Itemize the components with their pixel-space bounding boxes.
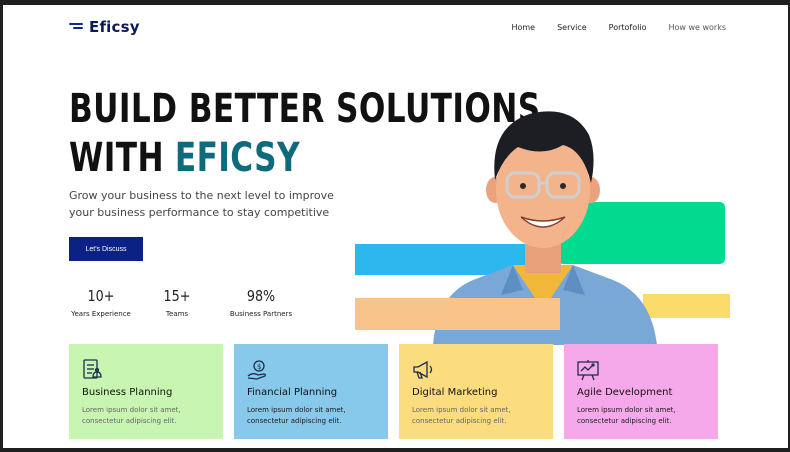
service-desc-line: Lorem ipsum dolor sit amet, <box>247 406 346 414</box>
service-desc-line: Lorem ipsum dolor sit amet, <box>412 406 511 414</box>
service-title: Business Planning <box>82 387 173 398</box>
stat-value: 98% <box>246 287 276 305</box>
service-card-financial-planning[interactable]: $ Financial Planning Lorem ipsum dolor s… <box>234 344 388 439</box>
service-desc-line: consectetur adipiscing elit. <box>412 417 507 425</box>
main-nav: Home Service Portofolio How we works <box>511 23 726 32</box>
logo-text: Eficsy <box>89 18 140 36</box>
nav-home[interactable]: Home <box>511 23 535 32</box>
service-desc-line: consectetur adipiscing elit. <box>82 417 177 425</box>
lets-discuss-button[interactable]: Let's Discuss <box>69 237 143 261</box>
page: Eficsy Home Service Portofolio How we wo… <box>3 5 788 448</box>
hero-subtitle: Grow your business to the next level to … <box>69 189 334 219</box>
deco-peach-bar <box>355 298 560 330</box>
service-desc-line: Lorem ipsum dolor sit amet, <box>577 406 676 414</box>
logo-mark-icon <box>69 23 83 31</box>
stat-partners: 98% Business Partners <box>221 287 301 318</box>
service-description: Lorem ipsum dolor sit amet, consectetur … <box>247 405 346 427</box>
services-row: Business Planning Lorem ipsum dolor sit … <box>69 344 718 439</box>
stat-value: 15+ <box>163 287 191 305</box>
nav-service[interactable]: Service <box>557 23 587 32</box>
stat-label: Years Experience <box>71 310 131 318</box>
logo[interactable]: Eficsy <box>69 18 140 36</box>
service-title: Financial Planning <box>247 387 338 398</box>
nav-how-we-works[interactable]: How we works <box>668 23 726 32</box>
service-card-agile-development[interactable]: Agile Development Lorem ipsum dolor sit … <box>564 344 718 439</box>
nav-portofolio[interactable]: Portofolio <box>609 23 647 32</box>
stat-years: 10+ Years Experience <box>69 287 133 318</box>
presentation-board-icon <box>577 360 599 381</box>
service-card-digital-marketing[interactable]: Digital Marketing Lorem ipsum dolor sit … <box>399 344 553 439</box>
svg-text:$: $ <box>257 363 261 371</box>
checklist-icon <box>83 359 102 379</box>
megaphone-icon <box>413 360 433 379</box>
stat-label: Teams <box>165 310 189 318</box>
service-description: Lorem ipsum dolor sit amet, consectetur … <box>82 405 181 427</box>
service-title: Agile Development <box>577 387 673 398</box>
stat-teams: 15+ Teams <box>157 287 197 318</box>
money-hand-icon: $ <box>247 360 266 380</box>
stat-value: 10+ <box>87 287 115 305</box>
hero-title-accent: EFICSY <box>174 135 301 181</box>
service-desc-line: Lorem ipsum dolor sit amet, <box>82 406 181 414</box>
service-title: Digital Marketing <box>412 387 498 398</box>
hero-title-prefix: WITH <box>69 135 164 181</box>
service-description: Lorem ipsum dolor sit amet, consectetur … <box>577 405 676 427</box>
service-description: Lorem ipsum dolor sit amet, consectetur … <box>412 405 511 427</box>
service-desc-line: consectetur adipiscing elit. <box>577 417 672 425</box>
stat-label: Business Partners <box>229 310 293 318</box>
service-card-business-planning[interactable]: Business Planning Lorem ipsum dolor sit … <box>69 344 223 439</box>
service-desc-line: consectetur adipiscing elit. <box>247 417 342 425</box>
